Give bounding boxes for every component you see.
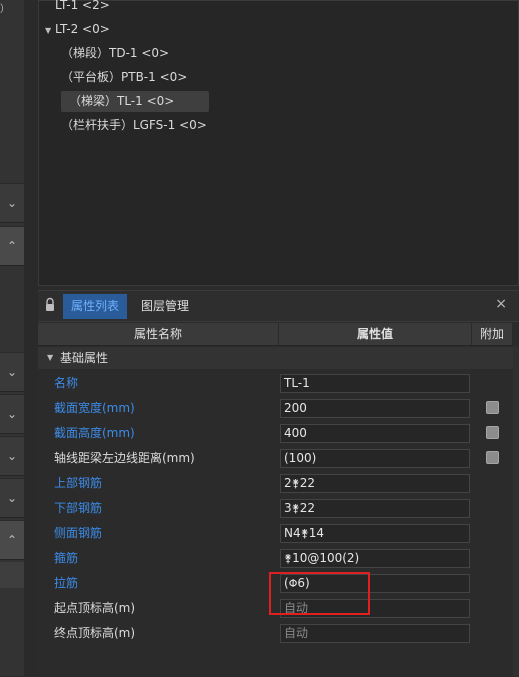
property-label: 轴线距梁左边线距离(mm) [54,451,195,465]
collapse-button-4[interactable]: ⌄ [0,394,24,434]
property-row-end-elevation: 终点顶标高(m) 自动 [38,621,513,646]
property-row-section-height: 截面高度(mm) 400 [38,421,513,446]
section-label: 基础属性 [60,351,109,365]
tree-item-ptb1[interactable]: （平台板）PTB-1 <0> [61,67,187,88]
property-label: 上部钢筋 [54,476,103,490]
panel-tabbar: 属性列表 图层管理 × [38,291,519,322]
property-row-stirrup: 箍筋 ⚵10@100(2) [38,546,513,571]
chevron-down-icon: ⌄ [6,365,18,379]
property-label: 截面高度(mm) [54,426,135,440]
lock-icon[interactable] [45,297,55,312]
property-value-input[interactable]: TL-1 [280,374,470,393]
property-row-section-width: 截面宽度(mm) 200 [38,396,513,421]
extra-checkbox[interactable] [486,451,499,464]
gutter [24,0,38,676]
collapse-button-3[interactable]: ⌄ [0,352,24,392]
chevron-down-icon: ⌄ [6,449,18,463]
property-value-input[interactable]: 自动 [280,624,470,643]
rebar-grade-icon: ⚵ [300,527,309,540]
extra-checkbox[interactable] [486,401,499,414]
rebar-grade-icon: ⚵ [291,477,300,490]
property-label: 下部钢筋 [54,501,103,515]
collapse-button-7[interactable]: ⌃ [0,520,24,560]
property-label: 截面宽度(mm) [54,401,135,415]
property-label: 侧面钢筋 [54,526,103,540]
caret-down-icon[interactable]: ▼ [45,20,55,41]
property-row-name: 名称 TL-1 [38,371,513,396]
property-value-input[interactable]: (100) [280,449,470,468]
collapse-button-5[interactable]: ⌄ [0,436,24,476]
column-header-value: 属性值 [279,323,472,345]
left-tool-strip: ） ⌄ ⌃ ⌄ ⌄ ⌄ ⌄ ⌃ [0,0,25,676]
rebar-grade-icon: ⚵ [284,552,293,565]
property-label: 名称 [54,376,79,390]
tree-item-td1[interactable]: （梯段）TD-1 <0> [61,43,169,64]
caret-down-icon[interactable]: ▼ [47,347,53,369]
property-value-input[interactable]: 2⚵22 [280,474,470,493]
collapse-button-2[interactable]: ⌃ [0,226,24,266]
tree-item-lt2[interactable]: ▼ LT-2 <0> [45,19,110,40]
column-header-name: 属性名称 [38,323,279,345]
close-icon[interactable]: × [495,296,507,312]
chevron-up-icon: ⌃ [6,239,18,253]
left-strip-selected-row[interactable] [0,562,24,588]
table-header: 属性名称 属性值 附加 [38,323,513,346]
tab-layer-management[interactable]: 图层管理 [133,294,197,319]
vertical-scrollbar[interactable] [513,346,519,676]
property-value-input[interactable]: ⚵10@100(2) [280,549,470,568]
property-value-input[interactable]: 3⚵22 [280,499,470,518]
property-value-input[interactable]: N4⚵14 [280,524,470,543]
section-basic-properties[interactable]: ▼ 基础属性 [38,347,513,369]
extra-checkbox[interactable] [486,426,499,439]
column-header-extra: 附加 [472,323,513,345]
property-panel: 属性列表 图层管理 × 属性名称 属性值 附加 ▼ 基础属性 名称 TL-1 截… [38,290,519,677]
collapse-button-1[interactable]: ⌄ [0,183,24,223]
tab-property-list[interactable]: 属性列表 [63,294,128,319]
rebar-grade-icon: ⚵ [291,502,300,515]
tree-item-lt1[interactable]: LT-1 <2> [55,0,110,16]
property-label: 起点顶标高(m) [54,601,136,615]
property-row-bottom-rebar: 下部钢筋 3⚵22 [38,496,513,521]
chevron-up-icon: ⌃ [6,533,18,547]
property-label: 拉筋 [54,576,79,590]
property-row-side-rebar: 侧面钢筋 N4⚵14 [38,521,513,546]
property-label: 终点顶标高(m) [54,626,136,640]
property-row-axis-offset: 轴线距梁左边线距离(mm) (100) [38,446,513,471]
tree-item-lgfs1[interactable]: （栏杆扶手）LGFS-1 <0> [61,115,207,136]
chevron-down-icon: ⌄ [6,407,18,421]
highlight-box [269,572,370,615]
component-tree: LT-1 <2> ▼ LT-2 <0> （梯段）TD-1 <0> （平台板）PTB… [38,0,519,286]
property-row-top-rebar: 上部钢筋 2⚵22 [38,471,513,496]
left-strip-fragment: ） [0,4,10,15]
collapse-button-6[interactable]: ⌄ [0,478,24,518]
property-value-input[interactable]: 400 [280,424,470,443]
chevron-down-icon: ⌄ [6,196,18,210]
property-label: 箍筋 [54,551,79,565]
tree-item-tl1[interactable]: （梯梁）TL-1 <0> [61,91,209,112]
chevron-down-icon: ⌄ [6,491,18,505]
property-value-input[interactable]: 200 [280,399,470,418]
